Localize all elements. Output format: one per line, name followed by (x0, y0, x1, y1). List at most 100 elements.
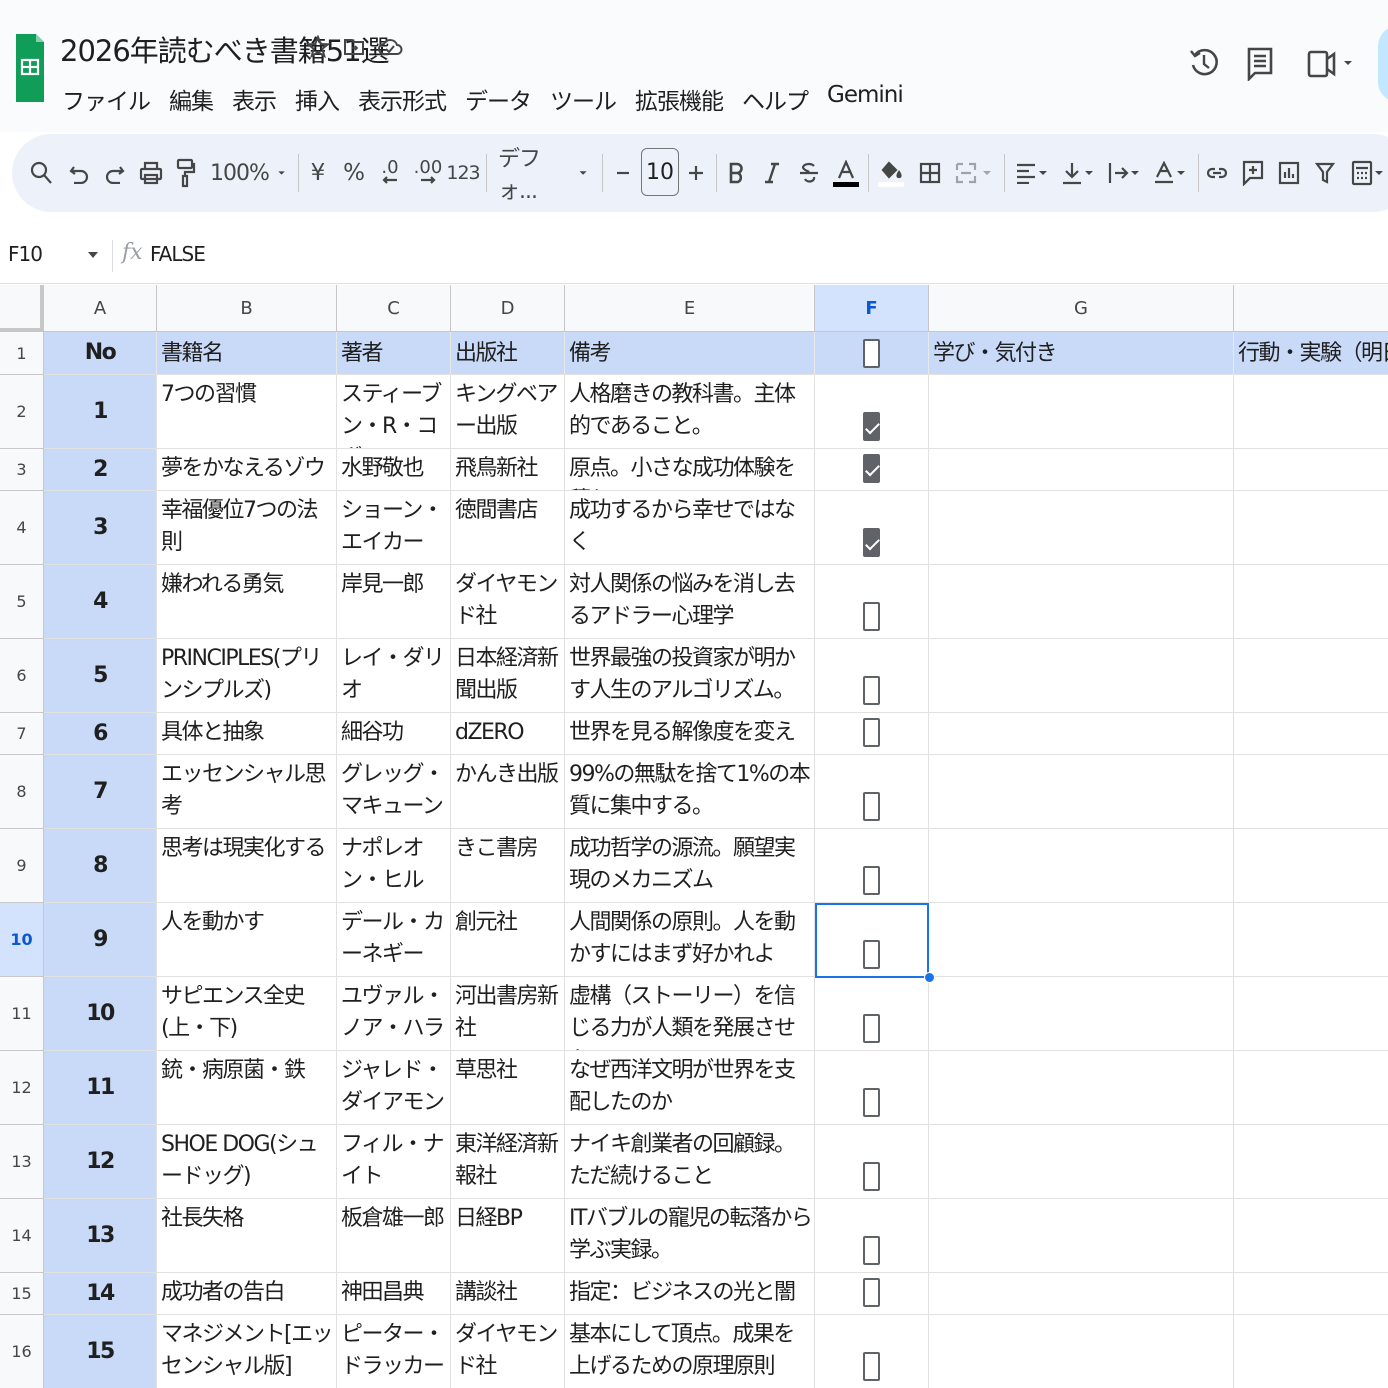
cell-a12[interactable]: 11 (44, 1051, 157, 1125)
menu-tools[interactable]: ツール (550, 82, 626, 116)
document-title[interactable]: 2026年読むべき書籍51選 (60, 28, 390, 70)
checkbox[interactable] (863, 528, 880, 557)
cell-e15[interactable]: 指定：ビジネスの光と闇 (565, 1273, 815, 1315)
cell-f13[interactable] (815, 1125, 929, 1199)
cell-e9[interactable]: 成功哲学の源流。願望実現のメカニズム (565, 829, 815, 903)
cell-a2[interactable]: 1 (44, 375, 157, 449)
print-icon[interactable] (136, 150, 166, 196)
cell-c2[interactable]: スティーブン・R・コヴィー (337, 375, 451, 449)
checkbox[interactable] (863, 1162, 880, 1191)
menu-format[interactable]: 表示形式 (358, 82, 456, 116)
cell-a4[interactable]: 3 (44, 491, 157, 565)
cell-e7[interactable]: 世界を見る解像度を変える。 (565, 713, 815, 755)
text-rotation-button[interactable] (1150, 150, 1190, 196)
cell-h10[interactable] (1234, 903, 1388, 977)
currency-format-button[interactable]: ¥ (306, 150, 330, 196)
increase-font-size-button[interactable] (684, 150, 708, 196)
vertical-align-button[interactable] (1058, 150, 1098, 196)
checkbox[interactable] (863, 454, 880, 483)
column-header-e[interactable]: E (565, 285, 815, 332)
name-box[interactable]: F10 (8, 242, 43, 266)
cell-e14[interactable]: ITバブルの寵児の転落から学ぶ実録。 (565, 1199, 815, 1273)
cell-g11[interactable] (929, 977, 1234, 1051)
cell-f4[interactable] (815, 491, 929, 565)
cell-b7[interactable]: 具体と抽象 (157, 713, 337, 755)
zoom-select[interactable]: 100% (210, 150, 288, 196)
checkbox[interactable] (863, 792, 880, 821)
row-header-16[interactable]: 16 (0, 1315, 44, 1388)
cell-f7[interactable] (815, 713, 929, 755)
row-header-12[interactable]: 12 (0, 1051, 44, 1125)
cell-e4[interactable]: 成功するから幸せではなく (565, 491, 815, 565)
row-header-13[interactable]: 13 (0, 1125, 44, 1199)
row-header-15[interactable]: 15 (0, 1273, 44, 1315)
cell-f10[interactable] (815, 903, 929, 977)
font-size-input[interactable]: 10 (641, 148, 679, 196)
insert-comment-button[interactable] (1240, 150, 1266, 196)
cell-c16[interactable]: ピーター・ドラッカー (337, 1315, 451, 1388)
cell-h2[interactable] (1234, 375, 1388, 449)
cell-a8[interactable]: 7 (44, 755, 157, 829)
row-header-4[interactable]: 4 (0, 491, 44, 565)
cell-g16[interactable] (929, 1315, 1234, 1388)
row-header-3[interactable]: 3 (0, 449, 44, 491)
checkbox[interactable] (863, 339, 880, 368)
column-header-d[interactable]: D (451, 285, 565, 332)
insert-chart-button[interactable] (1276, 150, 1302, 196)
cell-e5[interactable]: 対人関係の悩みを消し去るアドラー心理学 (565, 565, 815, 639)
italic-button[interactable] (760, 150, 784, 196)
version-history-icon[interactable] (1184, 40, 1224, 86)
functions-button[interactable] (1346, 150, 1388, 196)
cell-f5[interactable] (815, 565, 929, 639)
cell-b9[interactable]: 思考は現実化する (157, 829, 337, 903)
cell-g7[interactable] (929, 713, 1234, 755)
decrease-font-size-button[interactable] (612, 150, 634, 196)
cell-d11[interactable]: 河出書房新社 (451, 977, 565, 1051)
menu-gemini[interactable]: Gemini (827, 82, 913, 116)
cell-e8[interactable]: 99%の無駄を捨て1%の本質に集中する。 (565, 755, 815, 829)
cell-c12[interactable]: ジャレド・ダイアモンド (337, 1051, 451, 1125)
cell-f16[interactable] (815, 1315, 929, 1388)
create-filter-button[interactable] (1312, 150, 1338, 196)
menu-view[interactable]: 表示 (232, 82, 286, 116)
cell-g10[interactable] (929, 903, 1234, 977)
select-all-corner[interactable] (0, 285, 44, 332)
cell-a15[interactable]: 14 (44, 1273, 157, 1315)
text-color-button[interactable] (832, 150, 860, 196)
header-cell-f[interactable] (815, 332, 929, 375)
row-header-9[interactable]: 9 (0, 829, 44, 903)
checkbox[interactable] (863, 1014, 880, 1043)
increase-decimal-button[interactable]: .00 (412, 150, 444, 196)
cell-a6[interactable]: 5 (44, 639, 157, 713)
cell-g6[interactable] (929, 639, 1234, 713)
cell-f11[interactable] (815, 977, 929, 1051)
checkbox[interactable] (863, 676, 880, 705)
column-header-h[interactable]: H (1234, 285, 1388, 332)
cell-g4[interactable] (929, 491, 1234, 565)
cell-e11[interactable]: 虚構（ストーリー）を信じる力が人類を発展させた (565, 977, 815, 1051)
insert-link-button[interactable] (1204, 150, 1230, 196)
cell-b16[interactable]: マネジメント[エッセンシャル版] (157, 1315, 337, 1388)
fill-handle[interactable] (924, 972, 935, 983)
cell-g9[interactable] (929, 829, 1234, 903)
header-cell-b[interactable]: 書籍名 (157, 332, 337, 375)
cell-e6[interactable]: 世界最強の投資家が明かす人生のアルゴリズム。 (565, 639, 815, 713)
cell-b5[interactable]: 嫌われる勇気 (157, 565, 337, 639)
menu-data[interactable]: データ (465, 82, 541, 116)
cell-a9[interactable]: 8 (44, 829, 157, 903)
horizontal-align-button[interactable] (1012, 150, 1052, 196)
cell-d5[interactable]: ダイヤモンド社 (451, 565, 565, 639)
cell-f2[interactable] (815, 375, 929, 449)
header-cell-g[interactable]: 学び・気付き (929, 332, 1234, 375)
checkbox[interactable] (863, 412, 880, 441)
meet-icon[interactable] (1302, 40, 1358, 86)
redo-icon[interactable] (100, 150, 130, 196)
cell-b12[interactable]: 銃・病原菌・鉄 (157, 1051, 337, 1125)
cell-f6[interactable] (815, 639, 929, 713)
cell-h15[interactable] (1234, 1273, 1388, 1315)
cell-h3[interactable] (1234, 449, 1388, 491)
menu-extensions[interactable]: 拡張機能 (635, 82, 733, 116)
menu-insert[interactable]: 挿入 (295, 82, 349, 116)
cell-h16[interactable] (1234, 1315, 1388, 1388)
fill-color-button[interactable] (876, 150, 906, 196)
